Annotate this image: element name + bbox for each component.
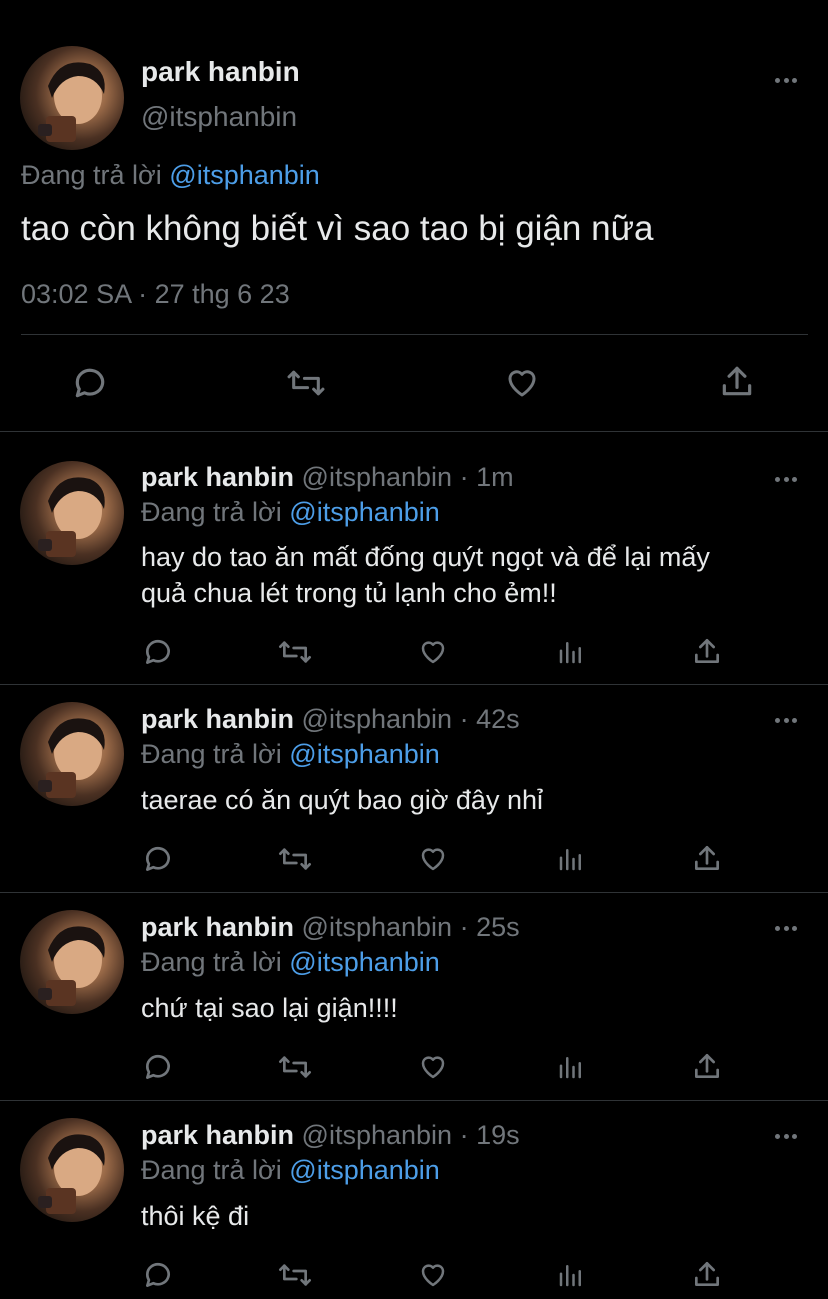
tweet-meta: park hanbin @itsphanbin · 19s — [141, 1120, 520, 1151]
replying-to-mention[interactable]: @itsphanbin — [289, 1155, 440, 1185]
author-name[interactable]: park hanbin — [141, 704, 294, 734]
tweet-meta: park hanbin @itsphanbin · 1m — [141, 462, 514, 493]
more-icon[interactable] — [771, 469, 801, 489]
like-icon[interactable] — [413, 1255, 453, 1295]
tweet-text-line: quả chua lét trong tủ lạnh cho ẻm!! — [141, 578, 557, 608]
replying-prefix: Đang trả lời — [21, 160, 162, 190]
more-icon[interactable] — [771, 1126, 801, 1146]
replying-to-mention[interactable]: @itsphanbin — [289, 739, 440, 769]
retweet-icon[interactable] — [275, 1047, 315, 1087]
avatar[interactable] — [20, 1118, 124, 1222]
author-name[interactable]: park hanbin — [141, 912, 294, 942]
avatar[interactable] — [20, 702, 124, 806]
reply-tweet[interactable]: park hanbin @itsphanbin · 19s Đang trả l… — [0, 1101, 828, 1299]
retweet-icon[interactable] — [275, 1255, 315, 1295]
author-handle[interactable]: @itsphanbin — [302, 1120, 453, 1150]
replying-prefix: Đang trả lời — [141, 947, 282, 977]
share-icon[interactable] — [687, 1046, 727, 1086]
tweet-text-line: chứ tại sao lại giận!!!! — [141, 993, 398, 1023]
like-icon[interactable] — [413, 1047, 453, 1087]
more-icon[interactable] — [771, 710, 801, 730]
reply-icon[interactable] — [70, 363, 110, 403]
retweet-icon[interactable] — [275, 632, 315, 672]
reply-tweet[interactable]: park hanbin @itsphanbin · 42s Đang trả l… — [0, 685, 828, 893]
avatar[interactable] — [20, 910, 124, 1014]
replying-to-line: Đang trả lời @itsphanbin — [141, 739, 440, 770]
author-name[interactable]: park hanbin — [141, 56, 300, 88]
tweet-text-line: hay do tao ăn mất đống quýt ngọt và để l… — [141, 542, 710, 572]
share-icon[interactable] — [687, 838, 727, 878]
replying-to-mention[interactable]: @itsphanbin — [289, 947, 440, 977]
tweet-age[interactable]: · 19s — [460, 1120, 520, 1150]
divider — [21, 334, 808, 335]
views-icon[interactable] — [551, 839, 591, 879]
views-icon[interactable] — [551, 1047, 591, 1087]
tweet-meta: park hanbin @itsphanbin · 25s — [141, 912, 520, 943]
tweet-meta: park hanbin @itsphanbin · 42s — [141, 704, 520, 735]
tweet-age[interactable]: · 1m — [460, 462, 514, 492]
retweet-icon[interactable] — [286, 363, 326, 403]
tweet-age[interactable]: · 42s — [460, 704, 520, 734]
reply-tweet[interactable]: park hanbin @itsphanbin · 25s Đang trả l… — [0, 893, 828, 1101]
reply-icon[interactable] — [138, 1255, 178, 1295]
avatar[interactable] — [20, 461, 124, 565]
more-icon[interactable] — [771, 70, 801, 90]
replying-to-mention[interactable]: @itsphanbin — [169, 160, 320, 190]
reply-icon[interactable] — [138, 1047, 178, 1087]
replying-to-line: Đang trả lời @itsphanbin — [141, 1155, 440, 1186]
replying-to-line: Đang trả lời @itsphanbin — [141, 497, 440, 528]
like-icon[interactable] — [413, 632, 453, 672]
author-name[interactable]: park hanbin — [141, 1120, 294, 1150]
tweet-timestamp[interactable]: 03:02 SA · 27 thg 6 23 — [21, 279, 290, 310]
replying-to-line: Đang trả lời @itsphanbin — [21, 160, 320, 191]
tweet-text-line: thôi kệ đi — [141, 1201, 250, 1231]
replying-to-mention[interactable]: @itsphanbin — [289, 497, 440, 527]
replying-prefix: Đang trả lời — [141, 497, 282, 527]
reply-tweet[interactable]: park hanbin @itsphanbin · 1m Đang trả lờ… — [0, 432, 828, 685]
retweet-icon[interactable] — [275, 839, 315, 879]
replying-prefix: Đang trả lời — [141, 739, 282, 769]
reply-icon[interactable] — [138, 839, 178, 879]
share-icon[interactable] — [687, 1254, 727, 1294]
author-handle[interactable]: @itsphanbin — [302, 912, 453, 942]
reply-icon[interactable] — [138, 632, 178, 672]
author-handle[interactable]: @itsphanbin — [141, 101, 297, 133]
views-icon[interactable] — [551, 632, 591, 672]
views-icon[interactable] — [551, 1255, 591, 1295]
share-icon[interactable] — [717, 361, 757, 401]
tweet-age[interactable]: · 25s — [460, 912, 520, 942]
like-icon[interactable] — [502, 363, 542, 403]
tweet-text-line: taerae có ăn quýt bao giờ đây nhỉ — [141, 785, 543, 815]
like-icon[interactable] — [413, 839, 453, 879]
main-tweet: park hanbin @itsphanbin Đang trả lời @it… — [0, 0, 828, 432]
author-handle[interactable]: @itsphanbin — [302, 462, 453, 492]
share-icon[interactable] — [687, 631, 727, 671]
tweet-text: tao còn không biết vì sao tao bị giận nữ… — [21, 209, 654, 248]
author-handle[interactable]: @itsphanbin — [302, 704, 453, 734]
author-name[interactable]: park hanbin — [141, 462, 294, 492]
replying-prefix: Đang trả lời — [141, 1155, 282, 1185]
more-icon[interactable] — [771, 918, 801, 938]
avatar[interactable] — [20, 46, 124, 150]
replying-to-line: Đang trả lời @itsphanbin — [141, 947, 440, 978]
